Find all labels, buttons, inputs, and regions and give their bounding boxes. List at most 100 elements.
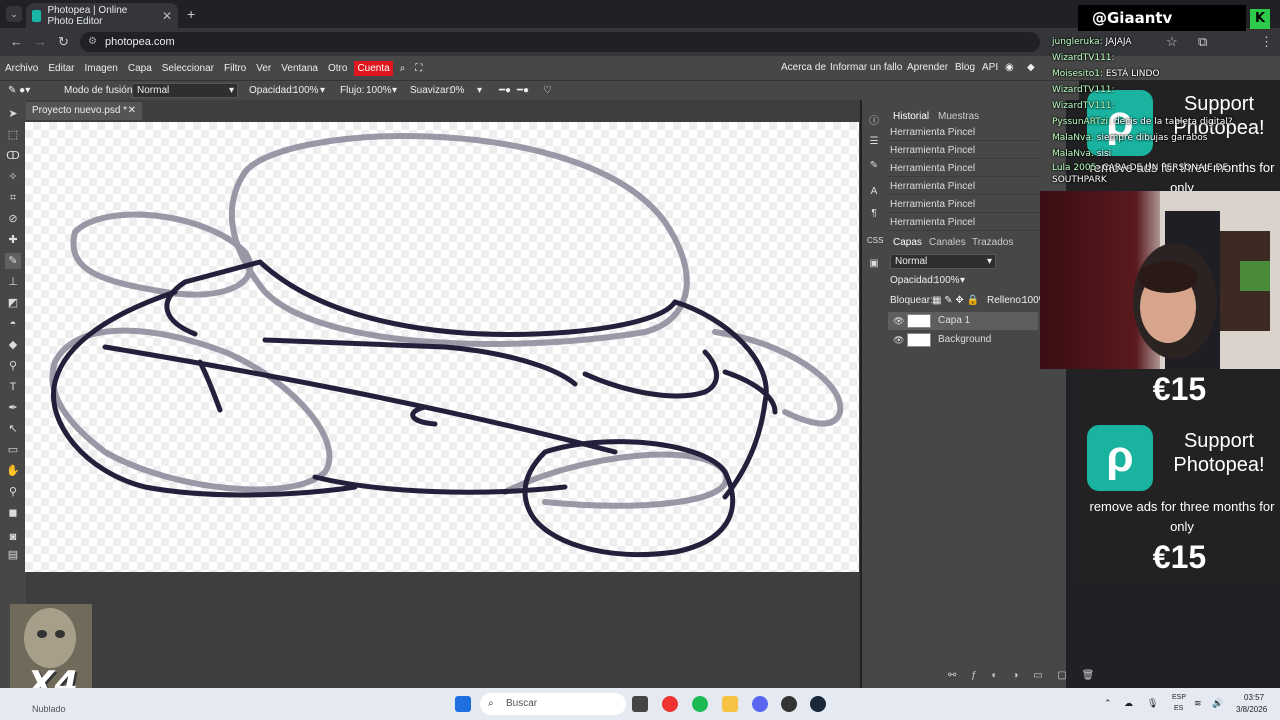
history-item[interactable]: Herramienta Pincel — [886, 142, 1040, 159]
photopea-ad-bottom[interactable]: ρ Support Photopea! remove ads for three… — [1079, 415, 1280, 581]
clock-date[interactable]: 3/8/2026 — [1236, 705, 1267, 714]
menu-capa[interactable]: Capa — [123, 63, 157, 74]
tab-canales[interactable]: Canales — [929, 237, 966, 248]
microphone-icon[interactable]: 🎙 — [1147, 698, 1158, 709]
magic-wand-tool-icon[interactable]: ✧ — [5, 169, 21, 185]
smoothing-dropdown-icon[interactable]: ▾ — [477, 85, 482, 96]
app-icon[interactable] — [781, 696, 797, 712]
language-indicator[interactable]: ESP — [1172, 694, 1186, 701]
image-icon[interactable]: ▣ — [867, 258, 881, 272]
browser-tab[interactable]: Photopea | Online Photo Editor ✕ — [26, 3, 178, 28]
lock-icons[interactable]: ▦ ✎ ✥ 🔒 — [932, 295, 979, 306]
spotify-icon[interactable] — [692, 696, 708, 712]
menu-report-bug[interactable]: Informar un fallo — [830, 62, 902, 73]
opacity-value[interactable]: 100% — [293, 85, 319, 96]
chrome-icon[interactable] — [662, 696, 678, 712]
zoom-tool-icon[interactable]: ⚲ — [5, 484, 21, 500]
history-item[interactable]: Herramienta Pincel — [886, 178, 1040, 195]
menu-ventana[interactable]: Ventana — [276, 63, 323, 74]
marquee-tool-icon[interactable]: ⬚ — [5, 127, 21, 143]
taskbar-search[interactable]: ⌕ Buscar — [480, 693, 626, 715]
tab-list-button[interactable]: ⌄ — [6, 6, 22, 22]
lasso-tool-icon[interactable]: ↀ — [5, 148, 21, 164]
site-info-icon[interactable]: ⚙ — [88, 32, 97, 52]
reddit-icon[interactable]: ◉ — [1005, 62, 1014, 73]
color-swatches-icon[interactable]: ◼ — [5, 505, 21, 521]
move-tool-icon[interactable]: ➤ — [5, 106, 21, 122]
menu-ver[interactable]: Ver — [251, 63, 276, 74]
pressure-opacity-icon[interactable]: ━● — [499, 85, 511, 96]
photopea-ad-top-price[interactable]: €15 — [1079, 369, 1280, 411]
healing-tool-icon[interactable]: ✚ — [5, 232, 21, 248]
character-icon[interactable]: A — [867, 186, 881, 200]
menu-editar[interactable]: Editar — [43, 63, 79, 74]
blend-mode-select[interactable]: Normal ▾ — [132, 83, 238, 98]
tab-muestras[interactable]: Muestras — [938, 111, 979, 122]
layer-opacity-dropdown-icon[interactable]: ▾ — [960, 275, 965, 286]
type-tool-icon[interactable]: T — [5, 379, 21, 395]
steam-icon[interactable] — [810, 696, 826, 712]
opacity-dropdown-icon[interactable]: ▾ — [320, 85, 325, 96]
tab-trazados[interactable]: Trazados — [972, 237, 1013, 248]
css-icon[interactable]: CSS — [867, 236, 883, 250]
menu-filtro[interactable]: Filtro — [219, 63, 251, 74]
url-bar[interactable]: ⚙ photopea.com — [80, 32, 1040, 52]
document-close-icon[interactable]: ✕ — [128, 102, 136, 120]
brush-tool-icon[interactable]: ✎ — [5, 253, 21, 269]
back-arrow-icon[interactable]: ← — [10, 34, 23, 49]
reload-icon[interactable]: ↻ — [58, 34, 69, 50]
flow-value[interactable]: 100% — [366, 85, 392, 96]
history-item[interactable]: Herramienta Pincel — [886, 124, 1040, 141]
menu-seleccionar[interactable]: Seleccionar — [157, 63, 219, 74]
layer-opacity-value[interactable]: 100% — [934, 275, 960, 286]
document-tab[interactable]: Proyecto nuevo.psd * ✕ — [26, 102, 142, 120]
paragraph-icon[interactable]: ¶ — [867, 208, 881, 222]
keyboard-layout[interactable]: ES — [1174, 705, 1183, 712]
tab-capas[interactable]: Capas — [893, 237, 922, 248]
layer-blend-select[interactable]: Normal ▾ — [890, 254, 996, 269]
brush-tool-icon[interactable]: ✎ ●▾ — [8, 85, 30, 96]
shape-tool-icon[interactable]: ▭ — [5, 442, 21, 458]
task-view-icon[interactable] — [632, 696, 648, 712]
file-explorer-icon[interactable] — [722, 696, 738, 712]
tab-historial[interactable]: Historial — [893, 111, 929, 122]
flow-dropdown-icon[interactable]: ▾ — [392, 85, 397, 96]
menu-about[interactable]: Acerca de — [781, 62, 826, 73]
history-item[interactable]: Herramienta Pincel — [886, 214, 1040, 231]
screen-mode-icon[interactable]: ▤ — [5, 547, 21, 563]
heart-icon[interactable]: ♡ — [543, 85, 552, 96]
eye-icon[interactable]: 👁 — [893, 316, 904, 327]
eye-icon[interactable]: 👁 — [893, 335, 904, 346]
smoothing-value[interactable]: 0% — [450, 85, 464, 96]
menu-archivo[interactable]: Archivo — [0, 63, 43, 74]
menu-otro[interactable]: Otro — [323, 63, 352, 74]
forward-arrow-icon[interactable]: → — [34, 34, 47, 49]
eraser-tool-icon[interactable]: ◩ — [5, 295, 21, 311]
blur-tool-icon[interactable]: ◆ — [5, 337, 21, 353]
new-tab-button[interactable]: + — [187, 6, 195, 22]
history-item[interactable]: Herramienta Pincel — [886, 196, 1040, 213]
properties-icon[interactable]: ☰ — [867, 136, 881, 150]
weather-label[interactable]: Nublado — [32, 704, 66, 714]
path-select-tool-icon[interactable]: ↖ — [5, 421, 21, 437]
pressure-size-icon[interactable]: ━● — [517, 85, 529, 96]
discord-icon[interactable] — [752, 696, 768, 712]
tray-chevron-icon[interactable]: ⌃ — [1104, 698, 1112, 709]
stamp-tool-icon[interactable]: ⊥ — [5, 274, 21, 290]
dodge-tool-icon[interactable]: ⚲ — [5, 358, 21, 374]
wifi-icon[interactable]: ≋ — [1194, 698, 1202, 709]
account-button[interactable]: Cuenta — [354, 60, 393, 76]
tab-close-icon[interactable]: ✕ — [162, 9, 172, 23]
volume-icon[interactable]: 🔊 — [1212, 698, 1223, 709]
bucket-tool-icon[interactable]: ◓ — [5, 316, 21, 332]
fullscreen-icon[interactable]: ⛶ — [410, 63, 427, 74]
history-item[interactable]: Herramienta Pincel — [886, 160, 1040, 177]
menu-api[interactable]: API — [982, 62, 998, 73]
layer-row[interactable]: 👁 Capa 1 — [888, 312, 1038, 330]
menu-blog[interactable]: Blog — [955, 62, 975, 73]
eyedropper-tool-icon[interactable]: ⊘ — [5, 211, 21, 227]
twitter-icon[interactable]: ◆ — [1027, 62, 1035, 73]
info-icon[interactable]: ⓘ — [867, 112, 881, 127]
crop-tool-icon[interactable]: ⌗ — [5, 190, 21, 206]
drawing-canvas[interactable] — [25, 122, 859, 572]
